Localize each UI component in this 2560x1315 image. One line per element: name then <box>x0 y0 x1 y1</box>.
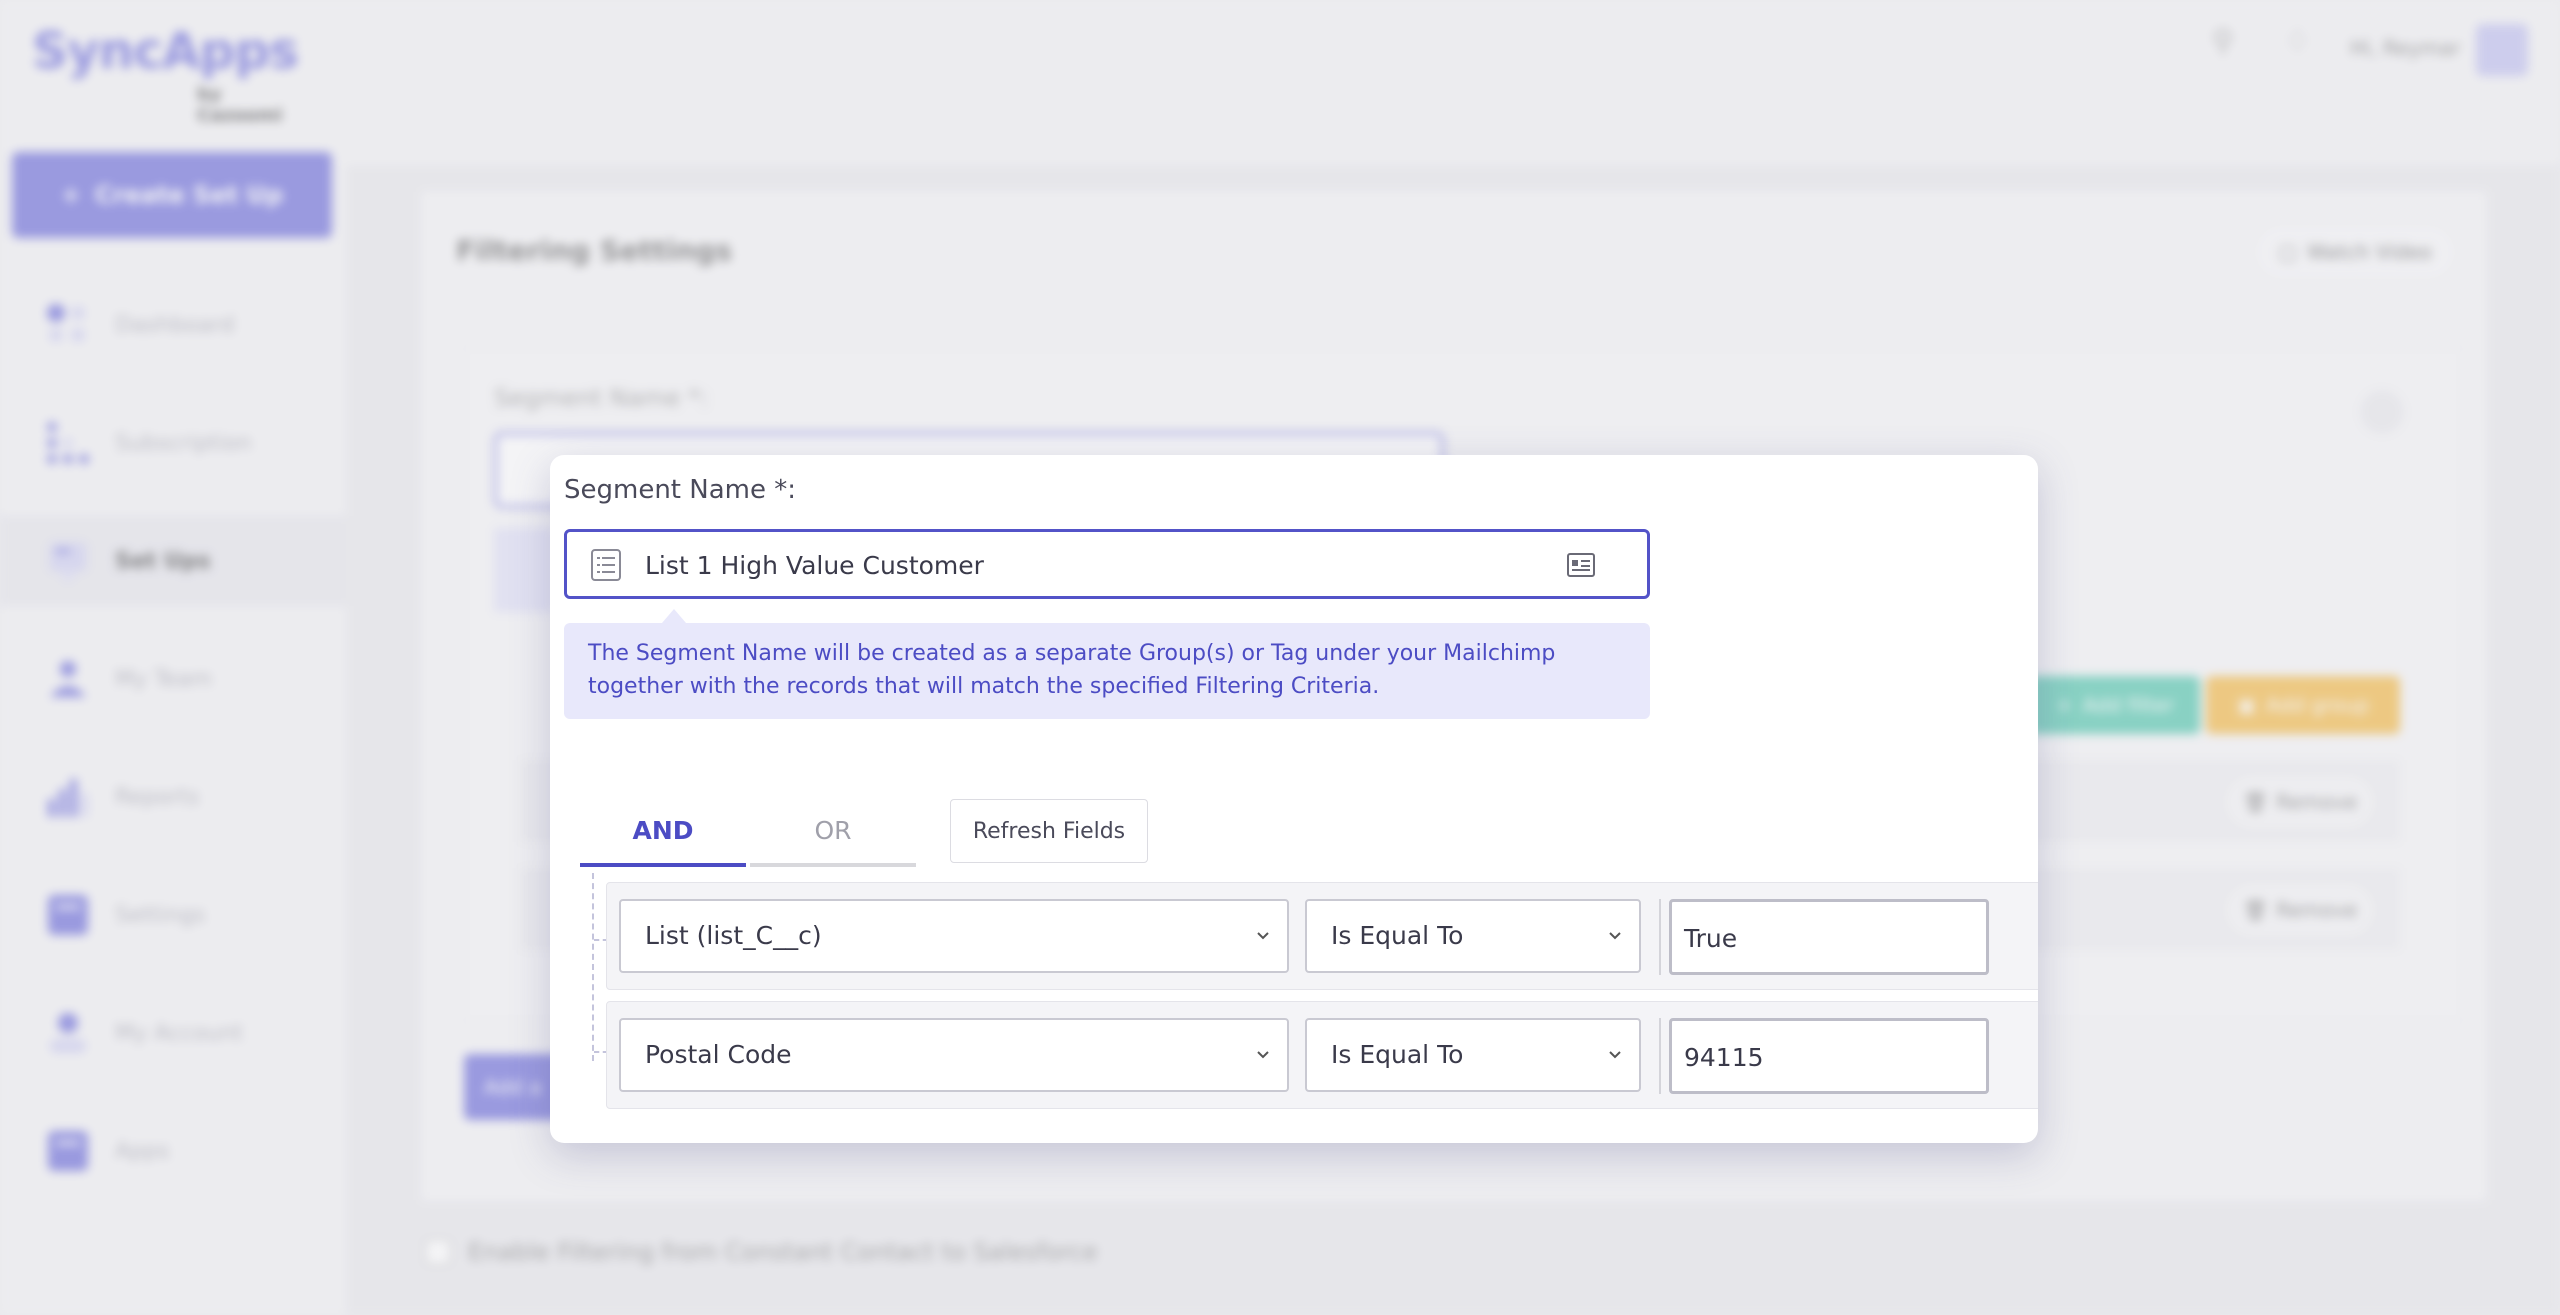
filter-row: Postal Code Is Equal To 94115 <box>606 1001 2038 1109</box>
operator-select[interactable]: Is Equal To <box>1305 1018 1641 1092</box>
operator-select-value: Is Equal To <box>1331 921 1464 950</box>
tab-and-label: AND <box>632 815 694 845</box>
segment-name-value: List 1 High Value Customer <box>645 551 984 580</box>
value-input-text: 94115 <box>1684 1043 1764 1072</box>
operator-select[interactable]: Is Equal To <box>1305 899 1641 973</box>
tab-and[interactable]: AND <box>580 797 746 867</box>
segment-info-box: The Segment Name will be created as a se… <box>564 623 1650 719</box>
field-select-value: List (list_C__c) <box>645 921 822 950</box>
value-input[interactable]: True <box>1669 899 1989 975</box>
field-select[interactable]: List (list_C__c) <box>619 899 1289 973</box>
contact-card-icon[interactable] <box>1567 552 1595 578</box>
field-select-value: Postal Code <box>645 1040 792 1069</box>
filter-tree-line <box>592 873 594 1061</box>
segment-name-input[interactable]: List 1 High Value Customer <box>564 529 1650 599</box>
tab-or[interactable]: OR <box>750 797 916 867</box>
operator-select-value: Is Equal To <box>1331 1040 1464 1069</box>
segment-info-text: The Segment Name will be created as a se… <box>588 641 1556 699</box>
segment-modal: Segment Name *: List 1 High Value Custom… <box>550 455 2038 1143</box>
value-input[interactable]: 94115 <box>1669 1018 1989 1094</box>
tab-or-label: OR <box>814 815 852 845</box>
chevron-down-icon <box>1257 1051 1269 1059</box>
segment-name-label: Segment Name *: <box>564 475 796 505</box>
row-divider <box>1659 899 1661 975</box>
chevron-down-icon <box>1609 932 1621 940</box>
refresh-fields-button[interactable]: Refresh Fields <box>950 799 1148 863</box>
info-caret <box>662 609 686 623</box>
filter-row: List (list_C__c) Is Equal To True <box>606 882 2038 990</box>
chevron-down-icon <box>1609 1051 1621 1059</box>
chevron-down-icon <box>1257 932 1269 940</box>
row-divider <box>1659 1018 1661 1094</box>
field-select[interactable]: Postal Code <box>619 1018 1289 1092</box>
list-icon <box>591 549 621 581</box>
value-input-text: True <box>1684 924 1738 953</box>
refresh-fields-label: Refresh Fields <box>972 818 1126 844</box>
